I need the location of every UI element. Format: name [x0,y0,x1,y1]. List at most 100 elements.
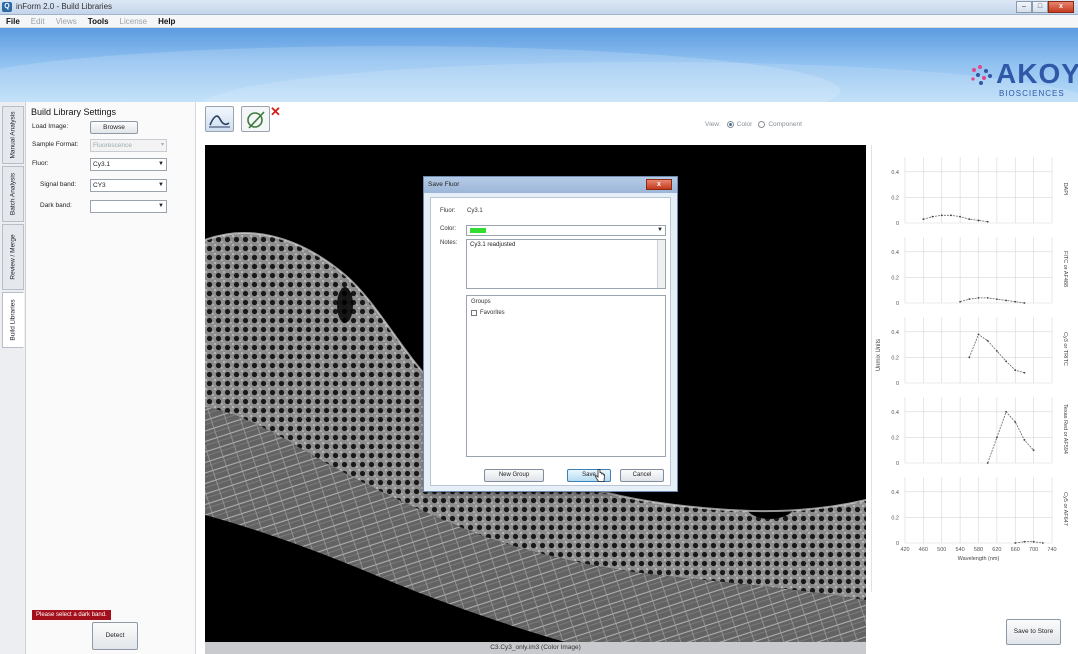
akoya-logo: AKOYA BIOSCIENCES [968,58,1078,102]
cancel-button[interactable]: Cancel [620,469,664,482]
view-options: View: Color Component [705,121,802,128]
data-point [995,436,998,439]
tab-manual-analysis[interactable]: Manual Analysis [2,106,24,164]
dialog-body: Fluor: Cy3.1 Color: ▼ Notes: Cy3.1 readj… [430,197,671,486]
y-tick-label: 0 [896,221,899,227]
erase-selection-button[interactable] [241,106,270,132]
data-point [959,215,962,218]
dialog-notes-label: Notes: [440,240,458,246]
data-point [968,218,971,221]
data-point [995,298,998,301]
data-point [1023,439,1026,441]
signal-band-label: Signal band: [40,181,77,188]
spectra-chart-panel: 0 0.2 0.4 DAPI 0 0.2 0.4 FITC or AF488 0 0.2 0.4 Cy… [871,145,1074,592]
save-fluor-dialog: Save Fluor x Fluor: Cy3.1 Color: ▼ Notes… [423,176,678,492]
data-point [986,220,989,223]
view-option-color-label: Color [736,121,753,128]
tab-build-libraries[interactable]: Build Libraries [2,292,24,348]
data-point [1014,542,1017,544]
menu-views[interactable]: Views [56,15,77,27]
dark-band-row: Dark band: ▼ [32,200,192,214]
color-picker-select[interactable]: ▼ [466,225,666,236]
notes-scrollbar[interactable] [657,240,665,288]
load-image-label: Load Image: [32,123,69,130]
menu-file[interactable]: File [6,15,20,27]
new-group-button[interactable]: New Group [484,469,544,482]
data-point [1023,302,1026,304]
x-tick-label: 580 [974,547,983,553]
menu-license[interactable]: License [120,15,148,27]
signal-band-select[interactable]: CY3 ▼ [90,179,167,192]
series-name: FITC or AF488 [1062,251,1068,287]
data-point [1014,300,1017,303]
logo-subtext: BIOSCIENCES [999,89,1065,98]
y-tick-label: 0.4 [891,170,899,176]
tab-review-merge[interactable]: Review / Merge [2,224,24,290]
fluor-label: Fluor: [32,160,49,167]
x-tick-label: 540 [956,547,965,553]
y-tick-label: 0.2 [891,435,899,441]
data-point [922,218,925,221]
y-tick-label: 0.2 [891,515,899,521]
data-point [995,350,998,352]
fluor-select[interactable]: Cy3.1 ▼ [90,158,167,171]
data-point [1032,540,1035,543]
x-tick-label: 460 [919,547,928,553]
tab-label: Manual Analysis [9,111,17,159]
tab-batch-analysis[interactable]: Batch Analysis [2,166,24,222]
spectrum-tool-button[interactable] [205,106,234,132]
close-button[interactable]: x [1048,1,1074,13]
logo-text: AKOYA [996,58,1078,89]
data-point [931,215,934,218]
signal-band-value: CY3 [93,182,106,189]
minimize-button[interactable]: – [1016,1,1032,13]
view-label: View: [705,121,721,128]
spectra-chart: 0 0.2 0.4 DAPI 0 0.2 0.4 FITC or AF488 0 0.2 0.4 Cy… [876,157,1068,562]
menu-help[interactable]: Help [158,15,175,27]
x-tick-label: 500 [937,547,946,553]
chevron-down-icon: ▼ [158,161,164,167]
y-tick-label: 0 [896,301,899,307]
data-point [968,356,971,359]
y-tick-label: 0 [896,461,899,467]
chevron-down-icon: ▾ [160,142,164,148]
data-point [986,462,989,464]
data-point [1005,360,1007,363]
x-tick-label: 420 [900,547,909,553]
favorites-checkbox[interactable] [471,310,477,316]
dialog-title: Save Fluor [428,181,460,188]
browse-button[interactable]: Browse [90,121,138,134]
radio-color[interactable] [726,121,734,128]
signal-band-row: Signal band: CY3 ▼ [32,179,192,193]
y-tick-label: 0 [896,381,899,387]
sample-format-select[interactable]: Fluorescence ▾ [90,139,167,152]
app-icon: Q [2,2,12,12]
error-message: Please select a dark band. [32,610,111,620]
data-point [959,300,962,303]
remove-icon[interactable]: ✕ [270,105,282,119]
panel-heading: Build Library Settings [31,107,117,117]
radio-component[interactable] [758,121,766,128]
group-item-favorites[interactable]: Favorites [471,310,505,316]
series-name: DAPI [1062,183,1068,196]
header-banner: AKOYA BIOSCIENCES [0,28,1078,102]
menu-tools[interactable]: Tools [88,15,109,27]
data-point [986,339,989,342]
data-point [977,333,980,336]
notes-textarea[interactable]: Cy3.1 readjusted [466,239,666,289]
chevron-down-icon: ▼ [158,182,164,188]
maximize-button[interactable]: □ [1032,1,1048,13]
logo-mark-icon [971,65,992,85]
x-tick-label: 660 [1011,547,1020,553]
data-point [1032,449,1035,452]
data-point [1005,410,1007,413]
save-to-library-button[interactable]: Save to Store [1006,619,1061,645]
detect-button[interactable]: Detect [92,622,138,650]
menu-edit[interactable]: Edit [31,15,45,27]
dialog-close-button[interactable]: x [646,179,672,190]
data-point [1041,542,1044,544]
data-point [977,219,980,222]
groups-list[interactable]: Groups Favorites [466,295,666,457]
dark-band-select[interactable]: ▼ [90,200,167,213]
x-tick-label: 620 [992,547,1001,553]
